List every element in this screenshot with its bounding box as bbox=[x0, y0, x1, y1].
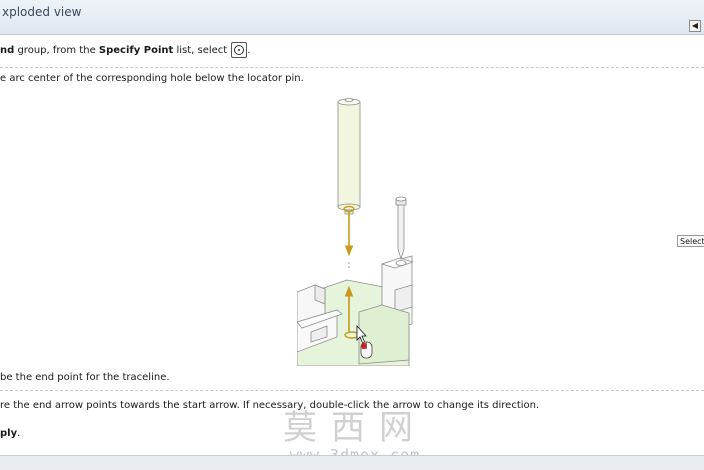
step-text: group, from the bbox=[14, 45, 99, 56]
select-tooltip: Select t bbox=[677, 235, 704, 247]
window-header: xploded view ◀ bbox=[0, 0, 704, 35]
bottom-status-bar bbox=[0, 455, 704, 470]
step-end-point: be the end point for the traceline. bbox=[0, 372, 170, 383]
group-name-fragment: nd bbox=[0, 45, 15, 56]
step-apply: ply. bbox=[0, 428, 20, 439]
divider bbox=[0, 67, 704, 68]
step-text: list, select bbox=[173, 45, 231, 56]
step-text: . bbox=[17, 428, 21, 439]
back-arrow-button[interactable]: ◀ bbox=[689, 20, 701, 32]
exploded-view-figure bbox=[296, 92, 415, 367]
watermark-chinese: 莫西网 bbox=[283, 408, 427, 448]
step-text: . bbox=[247, 45, 251, 56]
arc-center-point-icon bbox=[231, 42, 248, 58]
step-specify-point: nd group, from the Specify Point list, s… bbox=[0, 42, 251, 58]
step-select-arc-center: e arc center of the corresponding hole b… bbox=[0, 73, 304, 84]
specify-point-label: Specify Point bbox=[98, 45, 174, 56]
apply-label: ply bbox=[0, 428, 18, 439]
divider bbox=[0, 390, 704, 391]
page-title: xploded view bbox=[2, 5, 82, 19]
